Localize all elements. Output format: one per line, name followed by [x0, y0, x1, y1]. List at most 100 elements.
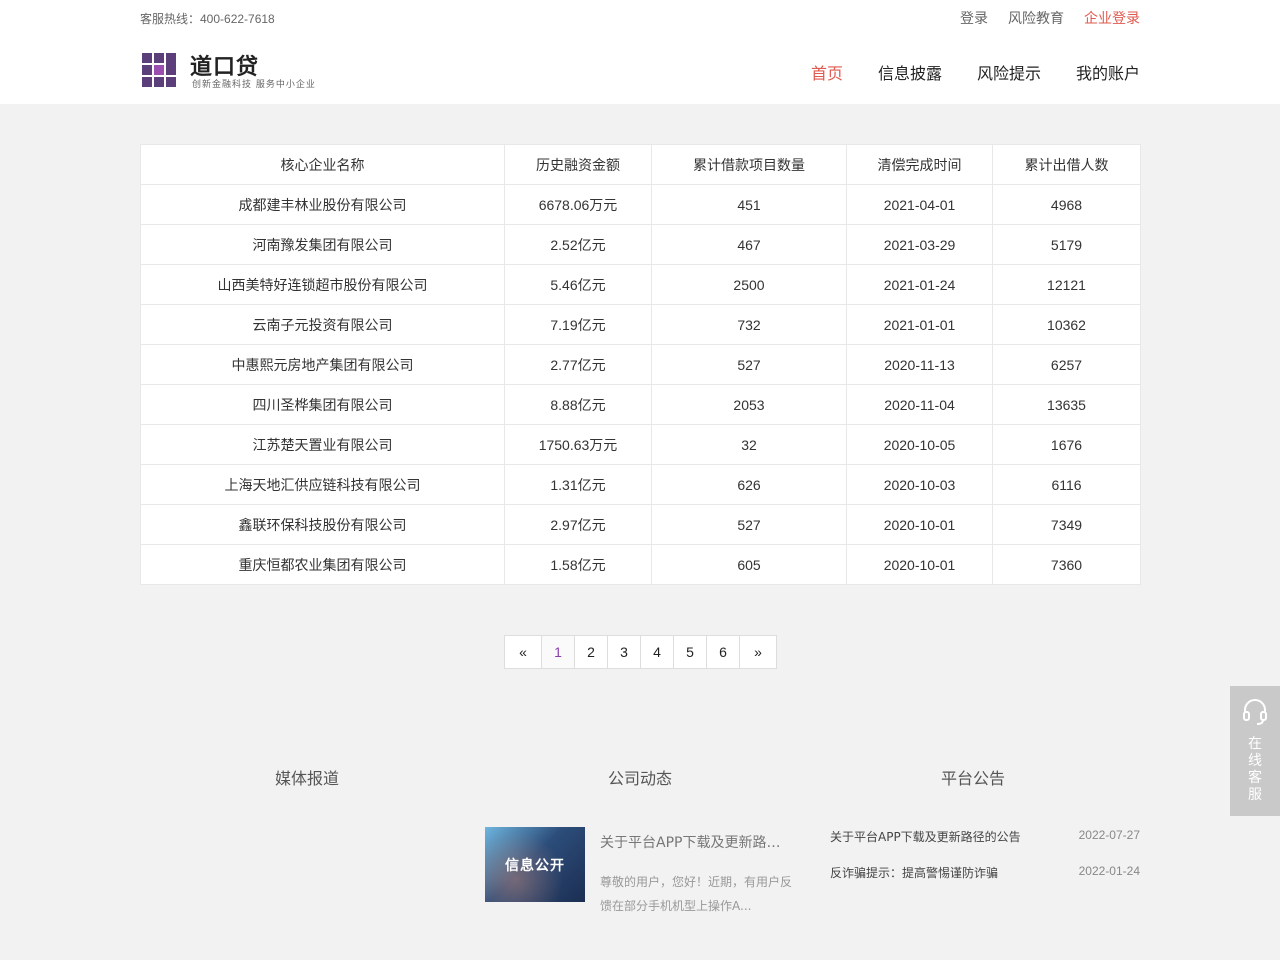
project-count-cell: 732: [651, 304, 847, 345]
site-header: 客服热线：400-622-7618 登录 风险教育 企业登录 道口贷 创新金融科…: [0, 0, 1280, 104]
notice-item: 反诈骗提示：提高警惕谨防诈骗 2022-01-24: [830, 864, 1140, 882]
online-service-label: 在线客服: [1248, 736, 1262, 803]
project-count-cell: 2053: [651, 384, 847, 425]
company-name-cell: 河南豫发集团有限公司: [140, 224, 505, 265]
nav-my-account[interactable]: 我的账户: [1076, 60, 1140, 84]
financing-amount-cell: 2.77亿元: [504, 344, 652, 385]
page-button-4[interactable]: 4: [641, 636, 674, 668]
notice-title[interactable]: 反诈骗提示：提高警惕谨防诈骗: [830, 864, 998, 881]
lender-count-cell: 7349: [992, 504, 1141, 545]
project-count-cell: 467: [651, 224, 847, 265]
company-name-cell: 鑫联环保科技股份有限公司: [140, 504, 505, 545]
column-header: 清偿完成时间: [846, 144, 993, 185]
notice-date: 2022-07-27: [1078, 828, 1140, 842]
column-header: 核心企业名称: [140, 144, 505, 185]
platform-notice-title[interactable]: 平台公告: [941, 765, 1005, 789]
main-nav: 首页 信息披露 风险提示 我的账户: [811, 60, 1140, 84]
project-count-cell: 32: [651, 424, 847, 465]
completion-date-cell: 2020-10-01: [846, 504, 993, 545]
financing-amount-cell: 7.19亿元: [504, 304, 652, 345]
table-row: 云南子元投资有限公司 7.19亿元 732 2021-01-01 10362: [140, 304, 1141, 345]
lender-count-cell: 10362: [992, 304, 1141, 345]
enterprise-login-link[interactable]: 企业登录: [1084, 8, 1140, 28]
page-button-3[interactable]: 3: [608, 636, 641, 668]
login-link[interactable]: 登录: [960, 8, 988, 28]
completion-date-cell: 2021-01-01: [846, 304, 993, 345]
pagination: « 1 2 3 4 5 6 »: [504, 635, 777, 669]
project-count-cell: 626: [651, 464, 847, 505]
thumbnail-caption: 信息公开: [505, 858, 565, 874]
table-row: 四川圣桦集团有限公司 8.88亿元 2053 2020-11-04 13635: [140, 384, 1141, 425]
completion-date-cell: 2020-10-01: [846, 544, 993, 585]
company-news-title[interactable]: 公司动态: [608, 765, 672, 789]
company-name-cell: 四川圣桦集团有限公司: [140, 384, 505, 425]
lender-count-cell: 12121: [992, 264, 1141, 305]
table-header-row: 核心企业名称 历史融资金额 累计借款项目数量 清偿完成时间 累计出借人数: [140, 144, 1141, 185]
lender-count-cell: 7360: [992, 544, 1141, 585]
company-name-cell: 成都建丰林业股份有限公司: [140, 184, 505, 225]
completion-date-cell: 2021-03-29: [846, 224, 993, 265]
company-name-cell: 重庆恒都农业集团有限公司: [140, 544, 505, 585]
company-name-cell: 山西美特好连锁超市股份有限公司: [140, 264, 505, 305]
logo-slogan: 创新金融科技 服务中小企业: [192, 80, 316, 90]
lender-count-cell: 4968: [992, 184, 1141, 225]
completion-date-cell: 2020-11-13: [846, 344, 993, 385]
media-reports-title[interactable]: 媒体报道: [275, 765, 339, 789]
page-button-5[interactable]: 5: [674, 636, 707, 668]
financing-amount-cell: 6678.06万元: [504, 184, 652, 225]
next-page-button[interactable]: »: [740, 636, 776, 668]
nav-risk-warning[interactable]: 风险提示: [977, 60, 1041, 84]
page-button-6[interactable]: 6: [707, 636, 740, 668]
lender-count-cell: 6116: [992, 464, 1141, 505]
company-news-headline[interactable]: 关于平台APP下载及更新路…: [600, 832, 795, 852]
financing-amount-cell: 1.31亿元: [504, 464, 652, 505]
site-logo[interactable]: 道口贷 创新金融科技 服务中小企业: [142, 51, 332, 91]
service-hotline: 客服热线：400-622-7618: [140, 12, 275, 26]
notice-title[interactable]: 关于平台APP下载及更新路径的公告: [830, 828, 1021, 845]
completion-date-cell: 2020-10-03: [846, 464, 993, 505]
page-button-2[interactable]: 2: [575, 636, 608, 668]
financing-amount-cell: 2.97亿元: [504, 504, 652, 545]
prev-page-button[interactable]: «: [505, 636, 542, 668]
column-header: 累计借款项目数量: [651, 144, 847, 185]
news-thumbnail[interactable]: 信息公开: [485, 827, 585, 902]
online-service-widget[interactable]: 在线客服: [1230, 686, 1280, 816]
completion-date-cell: 2021-01-24: [846, 264, 993, 305]
nav-home[interactable]: 首页: [811, 60, 843, 84]
financing-amount-cell: 2.52亿元: [504, 224, 652, 265]
table-row: 中惠熙元房地产集团有限公司 2.77亿元 527 2020-11-13 6257: [140, 344, 1141, 385]
company-news-summary: 尊敬的用户，您好！近期，有用户反馈在部分手机机型上操作A...: [600, 875, 793, 913]
project-count-cell: 2500: [651, 264, 847, 305]
table-row: 河南豫发集团有限公司 2.52亿元 467 2021-03-29 5179: [140, 224, 1141, 265]
company-name-cell: 中惠熙元房地产集团有限公司: [140, 344, 505, 385]
completion-date-cell: 2020-11-04: [846, 384, 993, 425]
financing-amount-cell: 5.46亿元: [504, 264, 652, 305]
table-row: 山西美特好连锁超市股份有限公司 5.46亿元 2500 2021-01-24 1…: [140, 264, 1141, 305]
table-row: 江苏楚天置业有限公司 1750.63万元 32 2020-10-05 1676: [140, 424, 1141, 465]
headset-icon: [1243, 699, 1267, 725]
table-row: 鑫联环保科技股份有限公司 2.97亿元 527 2020-10-01 7349: [140, 504, 1141, 545]
financing-amount-cell: 1750.63万元: [504, 424, 652, 465]
nav-disclosure[interactable]: 信息披露: [878, 60, 942, 84]
completion-date-cell: 2020-10-05: [846, 424, 993, 465]
top-links: 登录 风险教育 企业登录: [960, 8, 1140, 28]
table-row: 成都建丰林业股份有限公司 6678.06万元 451 2021-04-01 49…: [140, 184, 1141, 225]
page-button-1[interactable]: 1: [542, 636, 575, 668]
financing-amount-cell: 8.88亿元: [504, 384, 652, 425]
project-count-cell: 451: [651, 184, 847, 225]
column-header: 累计出借人数: [992, 144, 1141, 185]
notice-date: 2022-01-24: [1078, 864, 1140, 878]
completion-date-cell: 2021-04-01: [846, 184, 993, 225]
company-name-cell: 上海天地汇供应链科技有限公司: [140, 464, 505, 505]
project-count-cell: 527: [651, 504, 847, 545]
logo-mark-icon: [142, 53, 178, 87]
project-count-cell: 605: [651, 544, 847, 585]
column-header: 历史融资金额: [504, 144, 652, 185]
project-count-cell: 527: [651, 344, 847, 385]
risk-education-link[interactable]: 风险教育: [1008, 8, 1064, 28]
company-name-cell: 江苏楚天置业有限公司: [140, 424, 505, 465]
table-row: 上海天地汇供应链科技有限公司 1.31亿元 626 2020-10-03 611…: [140, 464, 1141, 505]
company-name-cell: 云南子元投资有限公司: [140, 304, 505, 345]
table-row: 重庆恒都农业集团有限公司 1.58亿元 605 2020-10-01 7360: [140, 544, 1141, 585]
lender-count-cell: 13635: [992, 384, 1141, 425]
